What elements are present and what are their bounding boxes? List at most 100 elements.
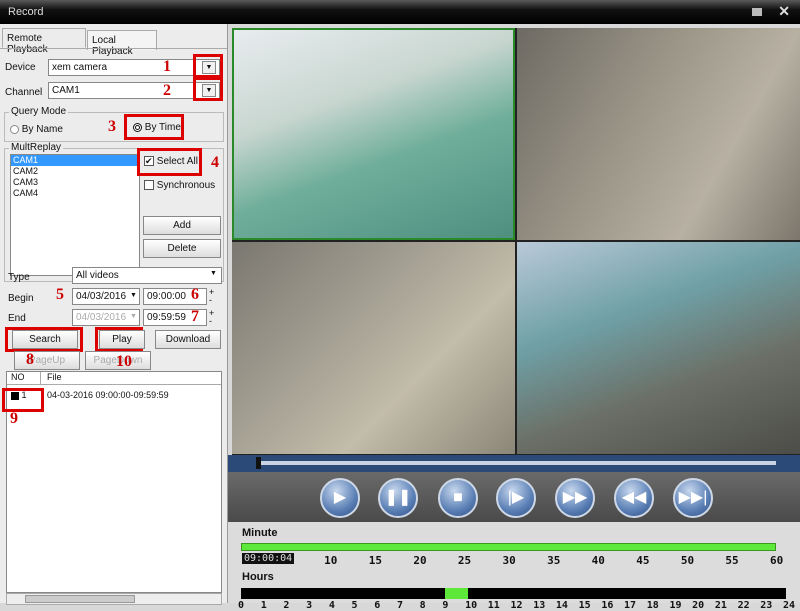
download-button[interactable]: Download	[155, 330, 221, 349]
playback-slider[interactable]	[228, 455, 800, 472]
channel-label: Channel	[5, 87, 42, 98]
slow-backward-icon[interactable]: ◀◀	[614, 478, 654, 518]
hour-tick: 0	[238, 600, 244, 611]
minute-tick: 30	[503, 554, 516, 567]
list-item[interactable]: CAM3	[11, 177, 139, 188]
radio-by-time[interactable]: By Time	[133, 122, 181, 133]
annotation-box	[193, 54, 223, 78]
hour-tick: 23	[760, 600, 772, 611]
hour-tick: 22	[738, 600, 750, 611]
time-spinner[interactable]: +-	[209, 288, 214, 304]
annotation-box	[193, 77, 223, 101]
hour-tick: 2	[283, 600, 289, 611]
next-icon[interactable]: ▶▶|	[673, 478, 713, 518]
time-spinner[interactable]: +-	[209, 309, 214, 325]
hour-tick: 7	[397, 600, 403, 611]
multireplay-label: MultReplay	[9, 142, 63, 153]
hour-tick: 24	[783, 600, 795, 611]
col-no[interactable]: NO	[7, 372, 41, 384]
hour-tick: 11	[488, 600, 500, 611]
list-item[interactable]: CAM1	[11, 155, 139, 166]
radio-by-name[interactable]: By Name	[10, 124, 63, 135]
play-button[interactable]: Play	[99, 330, 145, 349]
type-select[interactable]: All videos	[72, 267, 222, 284]
select-all-label: Select All	[157, 156, 198, 167]
device-label: Device	[5, 62, 36, 73]
minute-tick: 25	[458, 554, 471, 567]
delete-button[interactable]: Delete	[143, 239, 221, 258]
annotation-number: 4	[211, 154, 219, 172]
list-item[interactable]: CAM2	[11, 166, 139, 177]
hour-tick: 1	[261, 600, 267, 611]
scrollbar-thumb[interactable]	[25, 595, 135, 603]
add-button[interactable]: Add	[143, 216, 221, 235]
video-channel-1[interactable]	[232, 28, 515, 240]
hours-bar[interactable]	[241, 588, 786, 599]
query-mode-label: Query Mode	[9, 106, 68, 117]
hour-tick: 4	[329, 600, 335, 611]
playback-controls: ▶ ❚❚ ■ |▶ ▶▶ ◀◀ ▶▶|	[228, 472, 800, 522]
hour-tick: 12	[511, 600, 523, 611]
camera-list[interactable]: CAM1 CAM2 CAM3 CAM4	[10, 154, 140, 276]
hour-tick: 16	[601, 600, 613, 611]
hour-tick: 3	[306, 600, 312, 611]
search-button[interactable]: Search	[12, 330, 78, 349]
window-title: Record	[8, 6, 43, 18]
current-time: 09:00:04	[242, 553, 294, 564]
chevron-down-icon: ▼	[210, 270, 217, 277]
row-file: 04-03-2016 09:00:00-09:59:59	[41, 390, 169, 400]
minute-tick: 40	[592, 554, 605, 567]
tab-local-playback[interactable]: Local Playback	[87, 30, 157, 50]
hour-tick: 21	[715, 600, 727, 611]
annotation-number: 5	[56, 286, 64, 304]
step-frame-icon[interactable]: |▶	[496, 478, 536, 518]
minute-tick: 45	[636, 554, 649, 567]
minute-label: Minute	[242, 527, 277, 539]
hours-label: Hours	[242, 571, 274, 583]
select-all-checkbox[interactable]: ✔ Select All	[144, 156, 198, 167]
annotation-number: 1	[163, 58, 171, 76]
tab-remote-playback[interactable]: Remote Playback	[2, 28, 86, 48]
hour-tick: 19	[669, 600, 681, 611]
hour-tick: 18	[647, 600, 659, 611]
minute-tick: 15	[369, 554, 382, 567]
recorded-hour-segment[interactable]	[445, 588, 468, 599]
chevron-down-icon[interactable]: ▼	[130, 313, 137, 320]
annotation-number: 6	[191, 286, 199, 304]
chevron-down-icon[interactable]: ▼	[130, 292, 137, 299]
video-channel-2[interactable]	[517, 28, 800, 240]
hour-tick: 15	[579, 600, 591, 611]
annotation-number: 2	[163, 82, 171, 100]
hour-tick: 17	[624, 600, 636, 611]
minute-tick: 60	[770, 554, 783, 567]
title-bar: Record	[0, 0, 800, 24]
play-icon[interactable]: ▶	[320, 478, 360, 518]
list-item[interactable]: CAM4	[11, 188, 139, 199]
hour-tick: 6	[374, 600, 380, 611]
hour-tick: 20	[692, 600, 704, 611]
minute-bar[interactable]	[241, 543, 776, 551]
stop-icon[interactable]: ■	[438, 478, 478, 518]
begin-label: Begin	[8, 293, 34, 304]
slider-thumb[interactable]	[256, 457, 261, 469]
type-label: Type	[8, 272, 30, 283]
minute-tick: 50	[681, 554, 694, 567]
col-file[interactable]: File	[41, 372, 62, 384]
annotation-number: 10	[116, 353, 132, 371]
close-button[interactable]: ✕	[778, 3, 790, 20]
synchronous-checkbox[interactable]: Synchronous	[144, 180, 215, 191]
video-channel-4[interactable]	[517, 242, 800, 454]
minute-tick: 20	[413, 554, 426, 567]
pause-icon[interactable]: ❚❚	[378, 478, 418, 518]
page-up-button[interactable]: PageUp	[14, 351, 80, 370]
video-channel-3[interactable]	[232, 242, 515, 454]
minimize-button[interactable]	[752, 8, 762, 16]
by-time-label: By Time	[145, 122, 181, 133]
minute-tick: 10	[324, 554, 337, 567]
horizontal-scrollbar[interactable]	[6, 593, 222, 605]
annotation-number: 7	[191, 308, 199, 326]
annotation-number: 9	[10, 410, 18, 428]
hour-tick: 8	[420, 600, 426, 611]
minute-tick: 55	[725, 554, 738, 567]
fast-forward-icon[interactable]: ▶▶	[555, 478, 595, 518]
